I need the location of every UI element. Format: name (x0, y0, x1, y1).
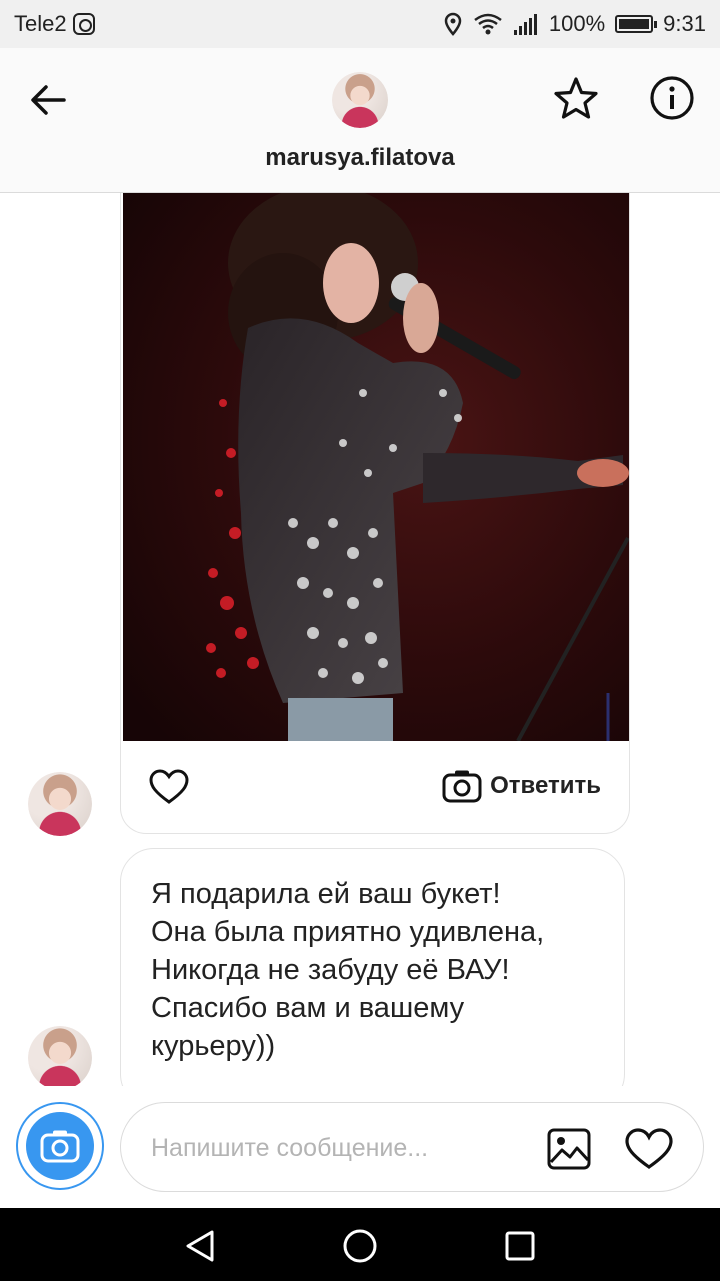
battery-percent: 100% (548, 11, 606, 36)
back-triangle-icon (186, 1230, 214, 1262)
header-username[interactable]: marusya.filatova (0, 144, 720, 172)
message-field[interactable] (120, 1102, 704, 1192)
sender-avatar[interactable] (28, 772, 92, 836)
message-line: Спасибо вам и вашему (151, 992, 465, 1024)
like-button[interactable] (147, 765, 191, 809)
camera-icon (442, 770, 482, 803)
signal-icon (513, 14, 537, 35)
heart-icon (149, 769, 189, 804)
status-time: 9:31 (663, 11, 706, 36)
camera-button-fill (26, 1112, 94, 1180)
nav-back-button[interactable] (180, 1226, 220, 1266)
back-arrow-icon (31, 85, 66, 115)
carrier-name: Tele2 (14, 11, 67, 36)
recents-square-icon (505, 1231, 535, 1261)
conversation-header: marusya.filatova (0, 48, 720, 193)
sender-avatar[interactable] (28, 1026, 92, 1090)
wifi-icon (474, 13, 502, 35)
message-line: Я подарила ей ваш букет! (151, 878, 501, 910)
back-button[interactable] (26, 78, 70, 122)
message-line: Никогда не забуду её ВАУ! (151, 954, 510, 986)
reply-button[interactable]: Ответить (442, 769, 601, 803)
star-icon (554, 77, 598, 119)
home-circle-icon (343, 1229, 377, 1263)
nav-home-button[interactable] (340, 1226, 380, 1266)
shared-photo-message[interactable]: Ответить (120, 193, 630, 834)
android-nav-bar (0, 1208, 720, 1281)
message-line: Она была приятно удивлена, (151, 916, 545, 948)
concert-photo-image (123, 193, 629, 741)
gallery-button[interactable] (545, 1125, 593, 1173)
battery-icon (615, 15, 658, 33)
send-heart-button[interactable] (623, 1125, 675, 1173)
avatar-image (332, 72, 388, 128)
avatar-image (28, 1026, 92, 1090)
info-icon (650, 76, 694, 120)
media-actions: Ответить (121, 741, 629, 833)
concert-photo[interactable] (123, 193, 629, 741)
nav-recents-button[interactable] (500, 1226, 540, 1266)
instagram-icon (72, 13, 95, 35)
location-icon (444, 12, 462, 36)
avatar-image (28, 772, 92, 836)
status-bar: Tele2 100% 9:31 (0, 0, 720, 48)
header-avatar[interactable] (332, 72, 388, 128)
camera-button[interactable] (16, 1102, 104, 1190)
reply-label: Ответить (490, 772, 601, 799)
star-button[interactable] (550, 72, 602, 124)
message-input[interactable] (151, 1129, 531, 1167)
text-message-bubble[interactable]: Я подарила ей ваш букет! Она была приятн… (120, 848, 625, 1108)
status-left: Tele2 (14, 11, 95, 37)
status-right: 100% 9:31 (443, 11, 706, 37)
heart-icon (625, 1128, 673, 1169)
message-composer (0, 1086, 720, 1208)
camera-icon (40, 1130, 80, 1163)
image-icon (547, 1128, 591, 1170)
info-button[interactable] (646, 72, 698, 124)
message-line: курьеру)) (151, 1030, 276, 1062)
